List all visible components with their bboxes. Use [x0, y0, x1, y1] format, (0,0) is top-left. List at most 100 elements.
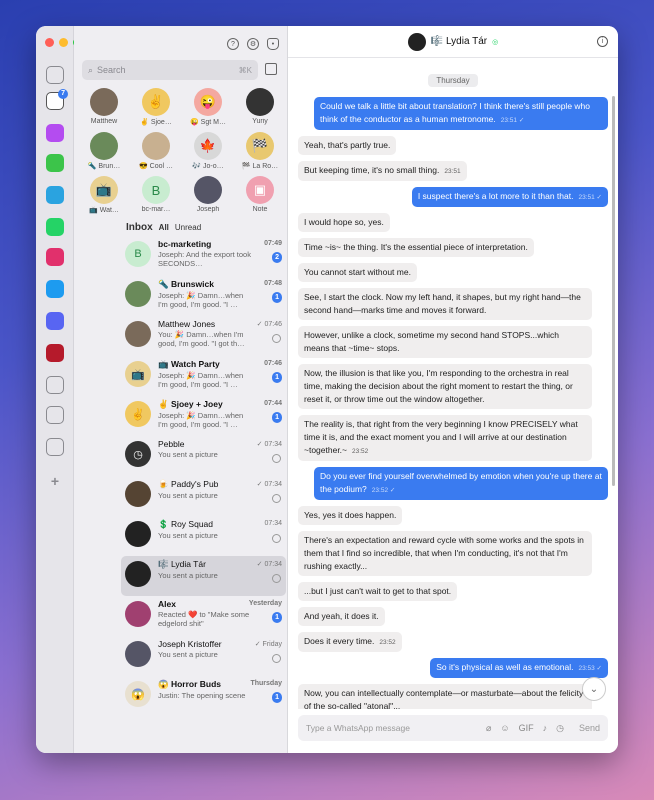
incoming-message[interactable]: I would hope so, yes.	[298, 213, 390, 232]
minimize-window-button[interactable]	[59, 38, 68, 47]
gear-icon[interactable]: ⚙	[247, 38, 259, 50]
message-row: I would hope so, yes.	[298, 207, 608, 232]
twitter-icon[interactable]	[46, 280, 64, 298]
gif-button[interactable]: GIF	[519, 723, 534, 733]
message-text: Yes, yes it does happen.	[304, 510, 397, 520]
incoming-message[interactable]: However, unlike a clock, sometime my sec…	[298, 326, 592, 358]
discord-icon[interactable]	[46, 312, 64, 330]
chat-row[interactable]: ◷ Pebble You sent a picture ✓ 07:34	[121, 436, 286, 476]
messenger-icon[interactable]	[46, 124, 64, 142]
message-input[interactable]: Type a WhatsApp message	[306, 723, 410, 733]
layers-icon[interactable]	[46, 66, 64, 84]
bookmark-icon[interactable]	[46, 406, 64, 424]
inbox-header: Inbox All Unread	[126, 222, 201, 233]
chat-row[interactable]: 🎼 Lydia Tár You sent a picture ✓ 07:34	[121, 556, 286, 596]
chat-row[interactable]: 😱 😱 Horror Buds Justin: The opening scene T…	[121, 676, 286, 716]
clock-icon[interactable]: ◷	[556, 723, 564, 734]
favorite-contact[interactable]: 📺 📺 Wat…	[78, 176, 130, 214]
incoming-message[interactable]: Time ~is~ the thing. It's the essential …	[298, 238, 534, 257]
info-icon[interactable]: i	[597, 36, 608, 47]
message-row: However, unlike a clock, sometime my sec…	[298, 320, 608, 358]
message-list: Thursday Could we talk a little bit abou…	[288, 70, 618, 709]
chat-row[interactable]: 🍺 Paddy's Pub You sent a picture ✓ 07:34	[121, 476, 286, 516]
chat-row[interactable]: 💲 Roy Squad You sent a picture 07:34	[121, 516, 286, 556]
chat-preview: You sent a picture	[158, 531, 218, 540]
filter-unread-tab[interactable]: Unread	[175, 223, 201, 232]
favorite-contact[interactable]: 😎 Cool …	[130, 132, 182, 170]
compose-icon[interactable]	[265, 63, 277, 75]
incoming-message[interactable]: But keeping time, it's no small thing. 23…	[298, 161, 467, 181]
favorite-contact[interactable]: Matthew	[78, 88, 130, 126]
telegram-icon[interactable]	[46, 186, 64, 204]
incoming-message[interactable]: And yeah, it does it.	[298, 607, 385, 626]
chat-row[interactable]: ✌ ✌️ Sjoey + Joey Joseph: 🎉 Damn…when I'm …	[121, 396, 286, 436]
message-row: Time ~is~ the thing. It's the essential …	[298, 232, 608, 257]
help-icon[interactable]: ?	[227, 38, 239, 50]
chat-preview: You sent a picture	[158, 571, 218, 580]
chat-row[interactable]: 🔦 Brunswick Joseph: 🎉 Damn…when I'm good,…	[121, 276, 286, 316]
favorite-contact[interactable]: Joseph	[182, 176, 234, 214]
chat-row[interactable]: Bbc-marketing Joseph: And the export took…	[121, 236, 286, 276]
chat-row[interactable]: Joseph Kristoffer You sent a picture ✓ Fri…	[121, 636, 286, 676]
archive-icon[interactable]	[46, 376, 64, 394]
message-text: However, unlike a clock, sometime my sec…	[304, 330, 559, 353]
chat-row[interactable]: Matthew Jones You: 🎉 Damn…when I'm good, …	[121, 316, 286, 356]
favorite-contact[interactable]: Yuriy	[234, 88, 286, 126]
conversation-header[interactable]: 🎼 Lydia Tár ◎	[288, 26, 618, 58]
chat-row[interactable]: Alex Reacted ❤️ to "Make some edgelord sh…	[121, 596, 286, 636]
send-button[interactable]: Send	[579, 723, 600, 733]
chat-all-icon[interactable]: 7	[46, 89, 68, 110]
favorite-contact[interactable]: ▣ Note	[234, 176, 286, 214]
incoming-message[interactable]: Now, you can intellectually contemplate—…	[298, 684, 592, 709]
avatar	[194, 176, 222, 204]
chat-time: ✓ 07:34	[256, 441, 282, 448]
imessage-icon[interactable]	[46, 154, 64, 172]
incoming-message[interactable]: See, I start the clock. Now my left hand…	[298, 288, 592, 320]
incoming-message[interactable]: Yeah, that's partly true.	[298, 136, 397, 155]
outgoing-message[interactable]: Do you ever find yourself overwhelmed by…	[314, 467, 608, 500]
filter-all-tab[interactable]: All	[159, 223, 169, 232]
outgoing-message[interactable]: I suspect there's a lot more to it than …	[411, 187, 608, 207]
outgoing-message[interactable]: So it's physical as well as emotional. 23…	[430, 658, 608, 678]
bell-icon[interactable]: •	[267, 38, 279, 50]
search-input[interactable]: ⌕ Search ⌘K	[82, 60, 258, 80]
message-time: 23:51 ✓	[500, 117, 525, 124]
incoming-message[interactable]: Now, the illusion is that like you, I'm …	[298, 364, 592, 409]
chat-time: 07:44	[264, 400, 282, 407]
unread-badge: 1	[272, 372, 282, 383]
chat-time: ✓ 07:34	[256, 561, 282, 568]
avatar: ✌	[125, 401, 151, 427]
search-icon: ⌕	[88, 64, 94, 75]
message-composer[interactable]: Type a WhatsApp message ⌀ ☺ GIF ♪ ◷ Send	[298, 715, 608, 741]
instagram-icon[interactable]	[46, 248, 64, 266]
attach-icon[interactable]: ⌀	[486, 723, 491, 734]
favorite-contact[interactable]: 😜 😜 Sgt M…	[182, 88, 234, 126]
incoming-message[interactable]: The reality is, that right from the very…	[298, 415, 592, 461]
scroll-down-button[interactable]: ⌄	[582, 677, 606, 701]
favorite-contact[interactable]: 🔦 Brun…	[78, 132, 130, 170]
emoji-icon[interactable]: ☺	[500, 723, 509, 733]
message-row: But keeping time, it's no small thing. 23…	[298, 155, 608, 181]
favorite-contact[interactable]: ✌ ✌️ Sjoe…	[130, 88, 182, 126]
message-row: You cannot start without me.	[298, 257, 608, 282]
favorite-contact[interactable]: 🏁 🏁 La Ro…	[234, 132, 286, 170]
incoming-message[interactable]: You cannot start without me.	[298, 263, 417, 282]
incoming-message[interactable]: There's an expectation and reward cycle …	[298, 531, 592, 576]
whatsapp-icon[interactable]	[46, 218, 64, 236]
incoming-message[interactable]: Yes, yes it does happen.	[298, 506, 403, 525]
chat-row[interactable]: 📺 📺 Watch Party Joseph: 🎉 Damn…when I'm go…	[121, 356, 286, 396]
incoming-message[interactable]: ...but I just can't wait to get to that …	[298, 582, 458, 601]
avatar	[125, 481, 151, 507]
low-priority-icon[interactable]	[46, 438, 64, 456]
add-icon[interactable]: +	[46, 472, 64, 490]
outgoing-message[interactable]: Could we talk a little bit about transla…	[314, 97, 608, 130]
microphone-icon[interactable]: ♪	[543, 723, 548, 733]
favorite-contact[interactable]: Bbc-mar…	[130, 176, 182, 214]
favorite-contact[interactable]: 🍁 🎶 Jo-o…	[182, 132, 234, 170]
slack-icon[interactable]	[46, 344, 64, 362]
conversation-title: 🎼 Lydia Tár	[430, 36, 488, 47]
network-icon	[272, 494, 281, 503]
close-window-button[interactable]	[45, 38, 54, 47]
incoming-message[interactable]: Does it every time. 23:52	[298, 632, 402, 652]
chat-time: Thursday	[250, 680, 282, 687]
